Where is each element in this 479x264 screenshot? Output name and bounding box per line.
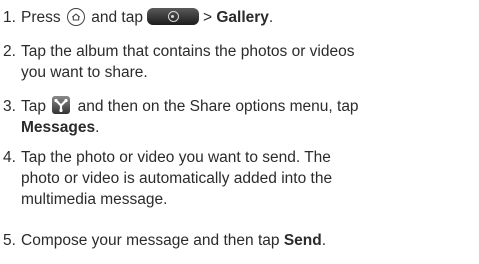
home-icon <box>66 7 85 26</box>
step-1: 1. Press and tap > Gallery. <box>0 7 479 28</box>
step-number: 2. <box>3 43 16 60</box>
step-text-arrow: > <box>202 9 213 26</box>
step-number: 4. <box>3 149 16 166</box>
step-number: 1. <box>3 9 16 26</box>
instruction-steps: 1. Press and tap > Gallery. 2. Tap the al… <box>0 0 479 264</box>
step-5: 5. Compose your message and then tap Sen… <box>0 230 479 251</box>
step-text: Tap and then on the Share options menu, … <box>21 95 473 138</box>
step-text: Tap the photo or video you want to send.… <box>21 149 333 208</box>
step-text: Press and tap > Gallery. <box>21 7 274 26</box>
step-text: Compose your message and then tap Send. <box>21 232 327 249</box>
step-3: 3. Tap and then on the Share options men… <box>0 95 479 138</box>
step-number: 5. <box>3 232 16 249</box>
messages-label: Messages <box>21 119 96 136</box>
step-text: Tap the album that contains the photos o… <box>21 43 355 81</box>
step-text-press: Press <box>21 9 61 26</box>
share-icon <box>52 95 71 114</box>
send-label: Send <box>283 232 322 249</box>
gallery-label: Gallery <box>216 9 269 26</box>
step-text-and-tap: and tap <box>91 9 143 26</box>
app-launcher-icon <box>146 8 199 26</box>
step-4: 4. Tap the photo or video you want to se… <box>0 147 479 210</box>
step-number: 3. <box>3 98 16 115</box>
step-2: 2. Tap the album that contains the photo… <box>0 41 479 83</box>
